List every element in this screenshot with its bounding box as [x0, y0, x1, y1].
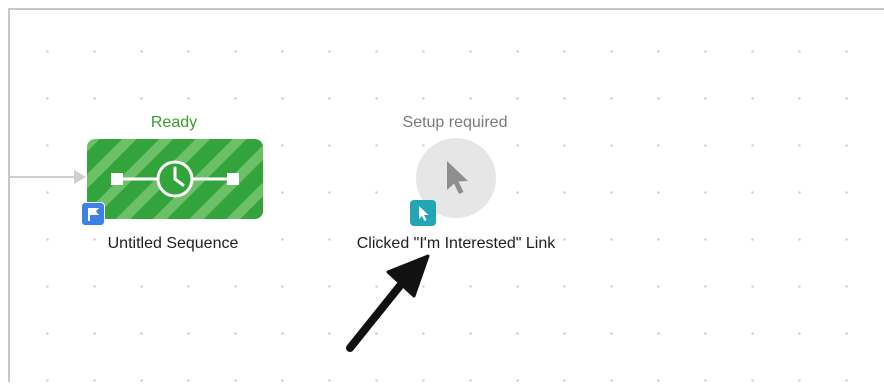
workflow-canvas[interactable]: Ready Untitled Sequence Setup required C… — [8, 8, 884, 382]
annotation-arrow — [346, 254, 430, 352]
